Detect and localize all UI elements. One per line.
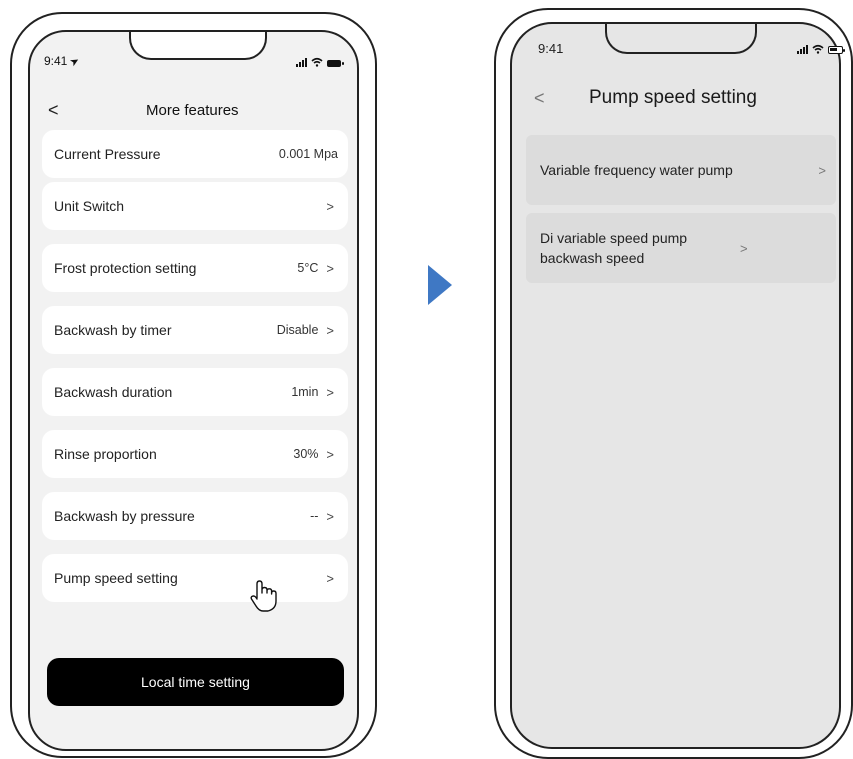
item-value: 30% [293, 447, 319, 461]
list-item-rinse-proportion[interactable]: Rinse proportion 30% > [42, 430, 348, 478]
item-value: 5°C [297, 261, 319, 275]
chevron-right-icon: > [326, 508, 334, 524]
local-time-setting-button[interactable]: Local time setting [47, 658, 344, 706]
status-icons [797, 44, 845, 54]
item-label: Backwash duration [54, 384, 173, 400]
chevron-right-icon: > [326, 570, 334, 586]
battery-icon [327, 60, 344, 67]
signal-icon [797, 45, 808, 54]
phone-pump-speed-setting: 9:41 < Pump speed setting Variable frequ… [494, 8, 853, 759]
item-value: -- [310, 509, 319, 523]
list-item-backwash-speed[interactable]: Di variable speed pump backwash speed > [526, 213, 836, 283]
page-title: Pump speed setting [589, 87, 757, 108]
phone-notch [605, 24, 757, 54]
signal-icon [296, 58, 307, 67]
item-label: Rinse proportion [54, 446, 157, 462]
chevron-right-icon: > [818, 162, 826, 178]
phone-more-features: 9:41 ➤ < More features Current Pressure … [10, 12, 377, 758]
list-item-current-pressure: Current Pressure 0.001 Mpa [42, 130, 348, 178]
page-title: More features [146, 102, 239, 119]
item-label: Unit Switch [54, 198, 125, 214]
location-arrow-icon: ➤ [68, 53, 83, 69]
item-label: Frost protection setting [54, 260, 197, 276]
screen-more-features: 9:41 ➤ < More features Current Pressure … [28, 30, 359, 751]
item-value: 0.001 Mpa [278, 147, 338, 161]
chevron-right-icon: > [740, 240, 748, 256]
status-icons [296, 57, 344, 67]
list-item-backwash-by-timer[interactable]: Backwash by timer Disable > [42, 306, 348, 354]
battery-icon [828, 46, 845, 54]
button-label: Local time setting [141, 674, 250, 690]
list-item-frost-protection[interactable]: Frost protection setting 5°C > [42, 244, 348, 292]
chevron-right-icon: > [326, 384, 334, 400]
wifi-icon [812, 44, 824, 54]
item-label: Di variable speed pump backwash speed [540, 230, 688, 266]
list-item-unit-switch[interactable]: Unit Switch > [42, 182, 348, 230]
wifi-icon [311, 57, 323, 67]
status-time: 9:41 [538, 41, 564, 56]
list-item-variable-frequency-pump[interactable]: Variable frequency water pump > [526, 135, 836, 205]
list-item-backwash-duration[interactable]: Backwash duration 1min > [42, 368, 348, 416]
back-button[interactable]: < [534, 88, 545, 109]
screen-pump-speed-setting [510, 22, 841, 749]
list-item-backwash-by-pressure[interactable]: Backwash by pressure -- > [42, 492, 348, 540]
phone-notch [129, 32, 267, 60]
item-label: Backwash by timer [54, 322, 172, 338]
back-button[interactable]: < [48, 100, 59, 121]
status-time: 9:41 [44, 54, 68, 68]
chevron-right-icon: > [326, 322, 334, 338]
item-label: Variable frequency water pump [540, 162, 733, 178]
item-label: Backwash by pressure [54, 508, 195, 524]
chevron-right-icon: > [326, 198, 334, 214]
item-label: Current Pressure [54, 146, 161, 162]
status-bar: 9:41 ➤ [44, 53, 83, 69]
item-value: Disable [276, 323, 319, 337]
item-value: 1min [291, 385, 319, 399]
status-bar: 9:41 [538, 41, 563, 56]
chevron-right-icon: > [326, 260, 334, 276]
hand-pointer-icon [250, 580, 277, 612]
chevron-right-icon: > [326, 446, 334, 462]
list-item-pump-speed-setting[interactable]: Pump speed setting > [42, 554, 348, 602]
play-arrow-icon [428, 265, 452, 305]
